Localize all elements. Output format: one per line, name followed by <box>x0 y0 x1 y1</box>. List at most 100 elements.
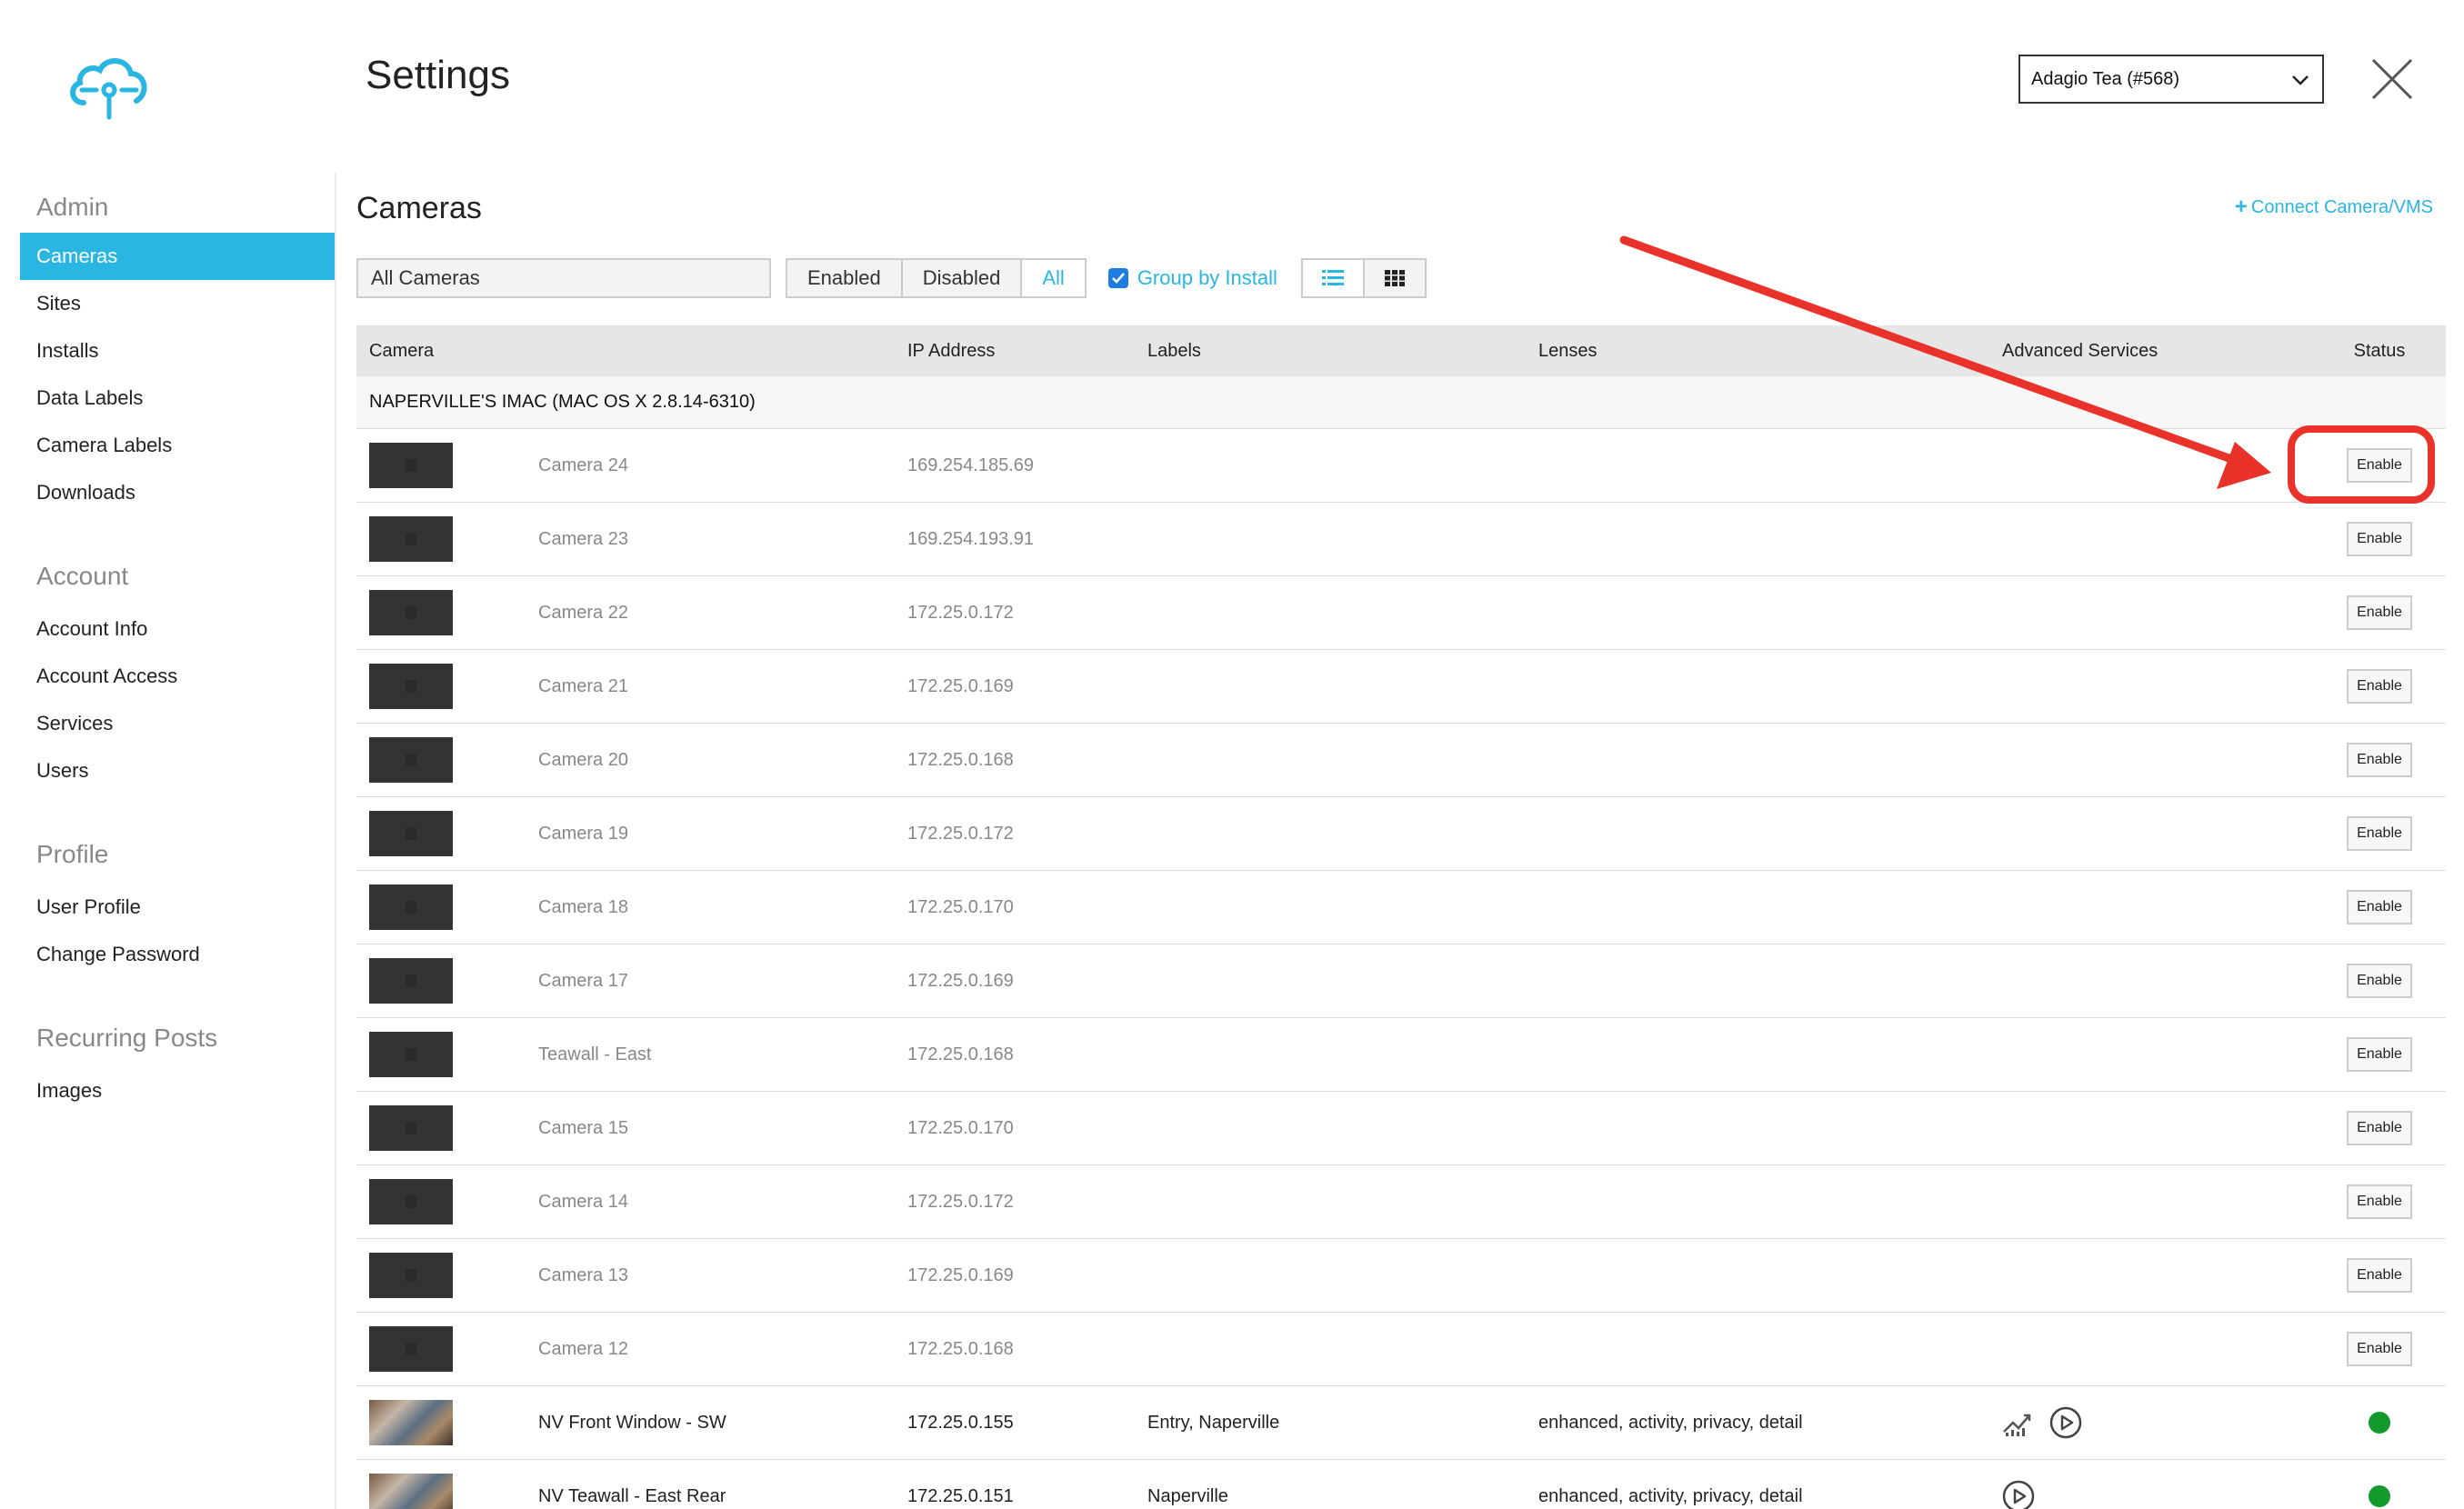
column-header-labels[interactable]: Labels <box>1147 325 1201 376</box>
enable-camera-button[interactable]: Enable <box>2347 1111 2412 1145</box>
sidebar-item-services[interactable]: Services <box>20 700 335 747</box>
camera-thumbnail[interactable] <box>369 1179 453 1224</box>
column-header-camera[interactable]: Camera <box>369 325 434 376</box>
enable-camera-button[interactable]: Enable <box>2347 522 2412 556</box>
camera-name[interactable]: Camera 24 <box>538 429 628 502</box>
camera-name[interactable]: Camera 23 <box>538 503 628 575</box>
table-row[interactable]: Camera 17 172.25.0.169 Enable <box>356 944 2446 1018</box>
enable-camera-button[interactable]: Enable <box>2347 816 2412 851</box>
sidebar-item-camera-labels[interactable]: Camera Labels <box>20 422 335 469</box>
camera-labels: Entry, Naperville <box>1147 1412 1280 1433</box>
camera-name[interactable]: Camera 17 <box>538 944 628 1017</box>
analytics-icon[interactable] <box>2002 1408 2035 1437</box>
filter-all-button[interactable]: All <box>1020 258 1087 298</box>
list-view-button[interactable] <box>1300 258 1365 298</box>
camera-name[interactable]: Camera 12 <box>538 1313 628 1385</box>
grid-view-button[interactable] <box>1362 258 1427 298</box>
sidebar-item-cameras[interactable]: Cameras <box>20 233 335 280</box>
table-row[interactable]: Camera 13 172.25.0.169 Enable <box>356 1239 2446 1313</box>
group-by-install-toggle[interactable]: Group by Install <box>1107 266 1277 290</box>
sidebar-item-account-access[interactable]: Account Access <box>20 653 335 700</box>
sidebar-item-images[interactable]: Images <box>20 1067 335 1114</box>
table-row[interactable]: Camera 15 172.25.0.170 Enable <box>356 1092 2446 1165</box>
sidebar-item-account-info[interactable]: Account Info <box>20 605 335 653</box>
column-header-advanced-services[interactable]: Advanced Services <box>2002 325 2158 376</box>
camera-name[interactable]: Camera 22 <box>538 576 628 649</box>
sidebar-item-change-password[interactable]: Change Password <box>20 931 335 978</box>
sidebar-item-user-profile[interactable]: User Profile <box>20 884 335 931</box>
table-row[interactable]: Camera 14 172.25.0.172 Enable <box>356 1165 2446 1239</box>
enable-camera-button[interactable]: Enable <box>2347 1258 2412 1293</box>
camera-thumbnail[interactable] <box>369 516 453 562</box>
camera-thumbnail[interactable] <box>369 1032 453 1077</box>
enable-camera-button[interactable]: Enable <box>2347 890 2412 924</box>
camera-thumbnail[interactable] <box>369 811 453 856</box>
camera-name[interactable]: NV Front Window - SW <box>538 1386 726 1459</box>
sidebar-item-downloads[interactable]: Downloads <box>20 469 335 516</box>
enable-camera-button[interactable]: Enable <box>2347 595 2412 630</box>
camera-name[interactable]: Camera 20 <box>538 724 628 796</box>
enable-camera-button[interactable]: Enable <box>2347 1332 2412 1366</box>
table-row[interactable]: Teawall - East 172.25.0.168 Enable <box>356 1018 2446 1092</box>
camera-thumbnail-cell <box>369 1239 453 1312</box>
connect-camera-link[interactable]: + Connect Camera/VMS <box>2235 195 2433 220</box>
camera-thumbnail[interactable] <box>369 737 453 783</box>
view-mode-toggle <box>1300 258 1427 298</box>
camera-name[interactable]: NV Teawall - East Rear <box>538 1460 726 1509</box>
camera-thumbnail[interactable] <box>369 590 453 635</box>
enable-camera-button[interactable]: Enable <box>2347 743 2412 777</box>
camera-name[interactable]: Camera 19 <box>538 797 628 870</box>
camera-thumbnail[interactable] <box>369 1326 453 1372</box>
enable-camera-button[interactable]: Enable <box>2347 1037 2412 1072</box>
filter-enabled-button[interactable]: Enabled <box>786 258 903 298</box>
sidebar-item-users[interactable]: Users <box>20 747 335 794</box>
camera-name[interactable]: Camera 15 <box>538 1092 628 1164</box>
table-row[interactable]: Camera 23 169.254.193.91 Enable <box>356 503 2446 576</box>
enable-camera-button[interactable]: Enable <box>2347 448 2412 483</box>
table-row[interactable]: Camera 21 172.25.0.169 Enable <box>356 650 2446 724</box>
play-icon[interactable] <box>2002 1480 2035 1509</box>
table-row[interactable]: Camera 19 172.25.0.172 Enable <box>356 797 2446 871</box>
sidebar-item-installs[interactable]: Installs <box>20 327 335 375</box>
close-icon[interactable] <box>2369 56 2415 102</box>
play-icon[interactable] <box>2049 1406 2082 1439</box>
placeholder-icon <box>406 459 416 472</box>
camera-ip-address: 172.25.0.169 <box>907 970 1014 991</box>
table-row[interactable]: NV Teawall - East Rear 172.25.0.151 Naperv… <box>356 1460 2446 1509</box>
enable-camera-button[interactable]: Enable <box>2347 964 2412 998</box>
table-row[interactable]: Camera 20 172.25.0.168 Enable <box>356 724 2446 797</box>
table-row[interactable]: Camera 24 169.254.185.69 Enable <box>356 429 2446 503</box>
camera-name[interactable]: Camera 18 <box>538 871 628 944</box>
table-row[interactable]: Camera 18 172.25.0.170 Enable <box>356 871 2446 944</box>
camera-thumbnail[interactable] <box>369 1253 453 1298</box>
camera-thumbnail[interactable] <box>369 958 453 1004</box>
table-row[interactable]: Camera 22 172.25.0.172 Enable <box>356 576 2446 650</box>
filter-disabled-button[interactable]: Disabled <box>900 258 1023 298</box>
camera-thumbnail-cell <box>369 1460 453 1509</box>
camera-thumbnail[interactable] <box>369 1400 453 1445</box>
camera-thumbnail[interactable] <box>369 443 453 488</box>
camera-name[interactable]: Teawall - East <box>538 1018 652 1091</box>
camera-thumbnail[interactable] <box>369 1105 453 1151</box>
camera-thumbnail[interactable] <box>369 664 453 709</box>
camera-name[interactable]: Camera 21 <box>538 650 628 723</box>
camera-filter-select[interactable]: All Cameras <box>356 258 771 298</box>
sidebar-item-data-labels[interactable]: Data Labels <box>20 375 335 422</box>
sidebar-item-sites[interactable]: Sites <box>20 280 335 327</box>
camera-name[interactable]: Camera 14 <box>538 1165 628 1238</box>
group-by-checkbox[interactable] <box>1107 268 1128 288</box>
table-row[interactable]: NV Front Window - SW 172.25.0.155 Entry, N… <box>356 1386 2446 1460</box>
camera-thumbnail[interactable] <box>369 884 453 930</box>
cloud-logo-icon <box>70 58 147 120</box>
column-header-lenses[interactable]: Lenses <box>1538 325 1598 376</box>
account-selector[interactable]: Adagio Tea (#568) <box>2018 55 2324 104</box>
camera-thumbnail[interactable] <box>369 1474 453 1509</box>
column-header-ip-address[interactable]: IP Address <box>907 325 995 376</box>
placeholder-icon <box>406 974 416 987</box>
enable-camera-button[interactable]: Enable <box>2347 1184 2412 1219</box>
camera-name[interactable]: Camera 13 <box>538 1239 628 1312</box>
placeholder-icon <box>406 680 416 693</box>
column-header-status[interactable]: Status <box>2329 325 2429 376</box>
enable-camera-button[interactable]: Enable <box>2347 669 2412 704</box>
table-row[interactable]: Camera 12 172.25.0.168 Enable <box>356 1313 2446 1386</box>
